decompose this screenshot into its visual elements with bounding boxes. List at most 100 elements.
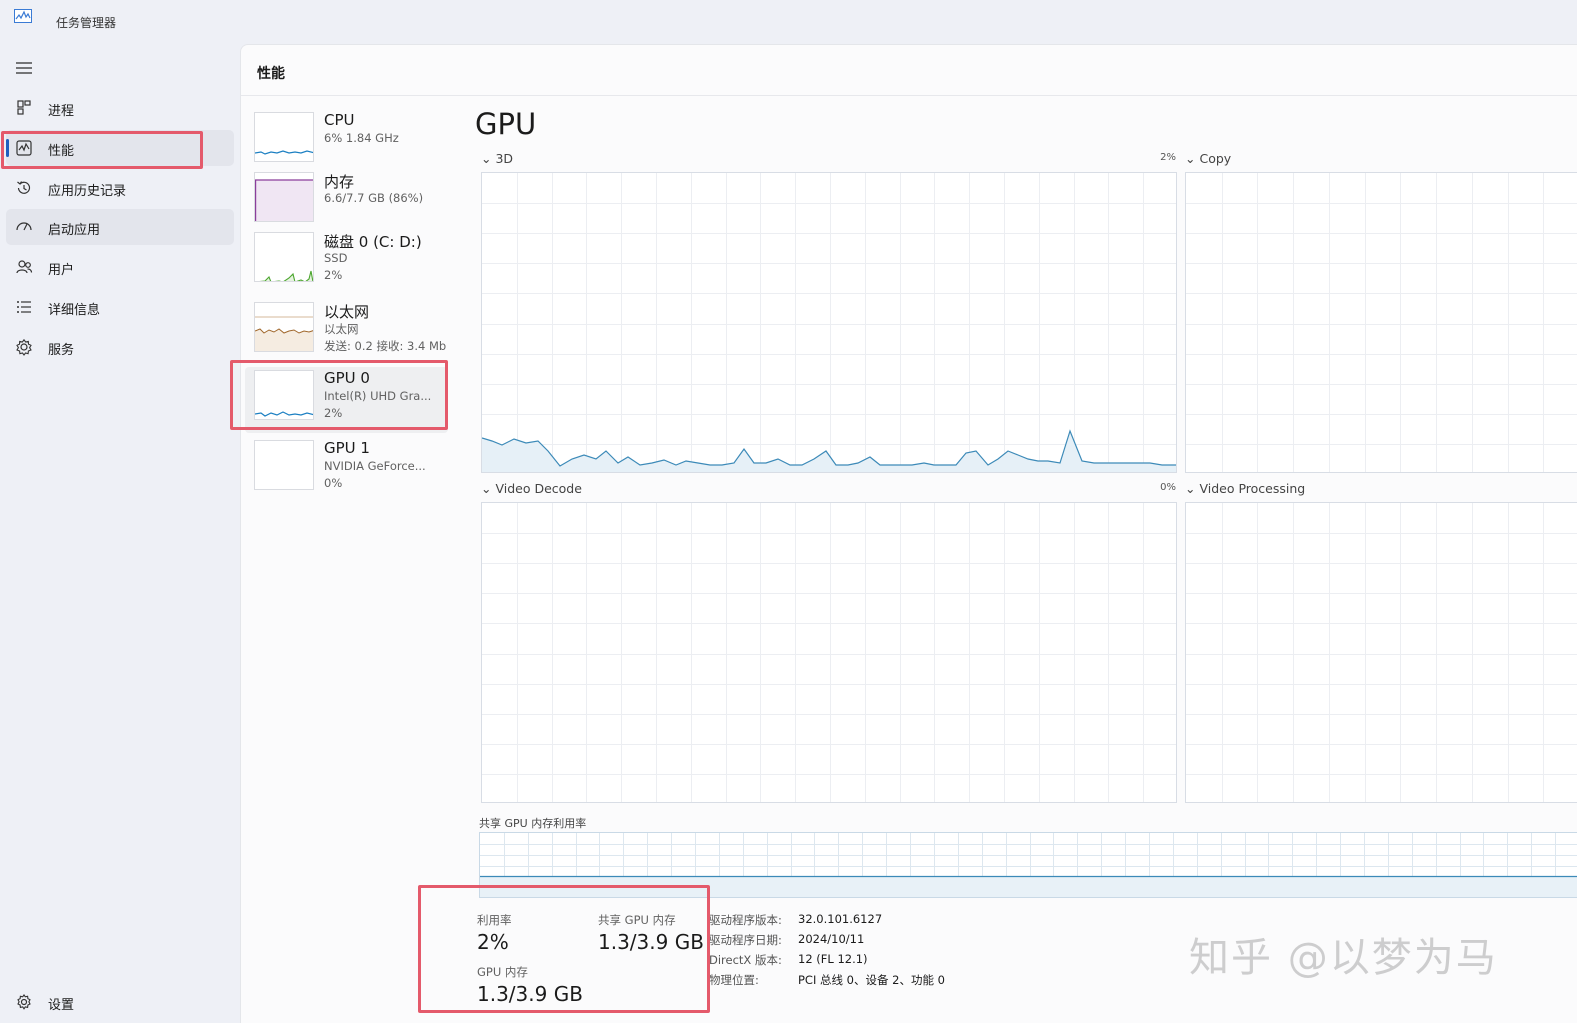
shared-gpu-memory-value: 1.3/3.9 GB (598, 930, 704, 954)
shared-gpu-memory-label: 共享 GPU 内存 (598, 913, 676, 927)
resource-detail: 2% (324, 406, 343, 420)
engine-3d-selector[interactable]: ⌄ 3D (481, 151, 513, 166)
graph-grid (482, 173, 1176, 472)
gpu-detail-title: GPU (475, 107, 537, 141)
active-indicator (6, 139, 9, 157)
resource-name: CPU (324, 111, 355, 129)
gpu-memory-label: GPU 内存 (477, 965, 528, 979)
resource-detail: NVIDIA GeForce... (324, 459, 426, 473)
gpu0-thumbnail (254, 370, 314, 420)
directx-version-value: 12 (FL 12.1) (798, 952, 868, 966)
engine-copy-graph (1185, 172, 1577, 473)
graph-max-percent: 2% (1160, 152, 1176, 163)
chevron-down-icon: ⌄ (1185, 151, 1196, 166)
resource-detail: 以太网 (324, 322, 359, 336)
nav-label: 设置 (48, 998, 75, 1013)
shared-memory-graph (479, 832, 1577, 898)
engine-label: Video Processing (1199, 481, 1306, 496)
driver-version-value: 32.0.101.6127 (798, 912, 883, 926)
engine-video-decode-graph (481, 502, 1177, 803)
nav-item-settings[interactable]: 设置 (6, 984, 234, 1020)
nav-item-processes[interactable]: 进程 (6, 90, 234, 126)
resource-name: 内存 (324, 173, 355, 191)
task-manager-icon (14, 9, 32, 23)
page-title: 性能 (257, 66, 285, 82)
nav-label: 用户 (48, 263, 75, 278)
engine-video-decode-selector[interactable]: ⌄ Video Decode (481, 481, 582, 496)
nav-item-performance[interactable]: 性能 (6, 130, 234, 166)
driver-date-label: 驱动程序日期: (709, 933, 782, 947)
gpu-memory-value: 1.3/3.9 GB (477, 982, 583, 1006)
performance-page: 性能 CPU 6% 1.84 GHz 内存 6.6/7.7 GB (86%) 磁… (240, 44, 1577, 1023)
users-icon (16, 260, 33, 274)
resource-name: 磁盘 0 (C: D:) (324, 233, 422, 251)
chevron-down-icon: ⌄ (481, 151, 492, 166)
driver-version-label: 驱动程序版本: (709, 913, 782, 927)
engine-label: Copy (1199, 151, 1232, 166)
nav-item-startup-apps[interactable]: 启动应用 (6, 209, 234, 245)
nav-item-app-history[interactable]: 应用历史记录 (6, 170, 234, 206)
resource-detail: 发送: 0.2 接收: 3.4 Mb (324, 339, 447, 353)
engine-copy-selector[interactable]: ⌄ Copy (1185, 151, 1231, 166)
utilization-value: 2% (477, 930, 509, 954)
gpu1-thumbnail (254, 440, 314, 490)
resource-detail: 2% (324, 268, 343, 282)
utilization-label: 利用率 (477, 913, 512, 927)
resource-detail: 0% (324, 476, 343, 490)
resource-detail: Intel(R) UHD Gra... (324, 389, 432, 403)
details-icon (17, 301, 31, 313)
nav-label: 性能 (48, 144, 75, 159)
chevron-down-icon: ⌄ (1185, 481, 1196, 496)
engine-label: Video Decode (495, 481, 582, 496)
engine-label: 3D (495, 151, 514, 166)
nav-label: 详细信息 (48, 303, 101, 318)
nav-label: 应用历史记录 (48, 184, 127, 199)
chevron-down-icon: ⌄ (481, 481, 492, 496)
resource-item-disk[interactable]: 磁盘 0 (C: D:) SSD 2% (245, 229, 448, 295)
graph-max-percent: 0% (1160, 482, 1176, 493)
resource-detail: 6% 1.84 GHz (324, 131, 399, 145)
engine-video-processing-selector[interactable]: ⌄ Video Processing (1185, 481, 1305, 496)
graph-grid (480, 833, 1577, 897)
processes-icon (17, 100, 31, 115)
nav-label: 启动应用 (48, 223, 101, 238)
resource-item-gpu0[interactable]: GPU 0 Intel(R) UHD Gra... 2% (245, 367, 448, 433)
hamburger-menu-icon[interactable] (14, 60, 34, 76)
engine-3d-graph (481, 172, 1177, 473)
resource-item-ethernet[interactable]: 以太网 以太网 发送: 0.2 接收: 3.4 Mb (245, 299, 448, 365)
resource-item-gpu1[interactable]: GPU 1 NVIDIA GeForce... 0% (245, 437, 448, 503)
resource-item-memory[interactable]: 内存 6.6/7.7 GB (86%) (245, 169, 448, 235)
watermark: 知乎 @以梦为马 (1189, 935, 1498, 981)
resource-name: 以太网 (324, 303, 370, 321)
shared-memory-graph-label: 共享 GPU 内存利用率 (479, 817, 587, 830)
physical-location-label: 物理位置: (709, 973, 759, 987)
resource-name: GPU 1 (324, 439, 370, 457)
engine-video-processing-graph (1185, 502, 1577, 803)
settings-gear-icon (17, 994, 31, 1010)
ethernet-thumbnail (254, 302, 314, 352)
startup-icon (16, 222, 32, 231)
services-icon (16, 338, 32, 356)
directx-version-label: DirectX 版本: (709, 953, 782, 967)
nav-item-details[interactable]: 详细信息 (6, 289, 234, 325)
nav-item-services[interactable]: 服务 (6, 329, 234, 365)
resource-name: GPU 0 (324, 369, 370, 387)
nav-label: 服务 (48, 343, 75, 358)
graph-grid (1186, 173, 1577, 472)
navigation-pane: 进程 性能 应用历史记录 启动应用 用户 详细信息 服务 设置 (0, 44, 240, 1023)
resource-detail: 6.6/7.7 GB (86%) (324, 191, 424, 205)
physical-location-value: PCI 总线 0、设备 2、功能 0 (798, 973, 945, 987)
nav-label: 进程 (48, 104, 75, 119)
disk-thumbnail (254, 232, 314, 282)
resource-item-cpu[interactable]: CPU 6% 1.84 GHz (245, 109, 448, 175)
resource-detail: SSD (324, 251, 348, 265)
performance-icon (16, 140, 32, 156)
window-title: 任务管理器 (56, 16, 117, 30)
driver-date-value: 2024/10/11 (798, 932, 865, 946)
history-icon (17, 181, 31, 194)
nav-item-users[interactable]: 用户 (6, 249, 234, 285)
cpu-thumbnail (254, 112, 314, 162)
header-divider (241, 95, 1577, 96)
graph-grid (1186, 503, 1577, 802)
graph-grid (482, 503, 1176, 802)
